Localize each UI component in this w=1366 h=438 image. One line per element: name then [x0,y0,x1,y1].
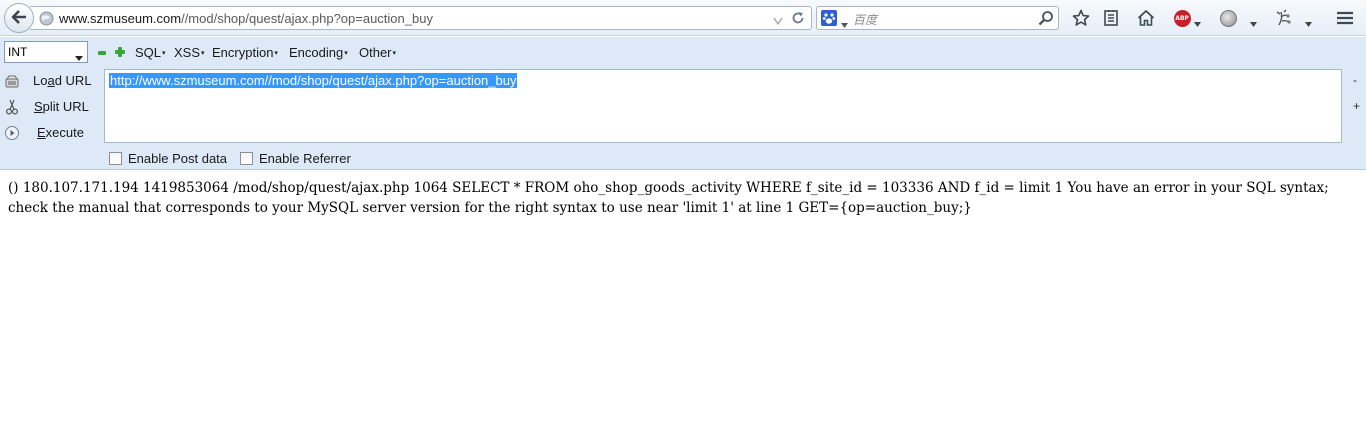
encoding-menu-label: Encoding [289,45,344,60]
flower-addon-icon[interactable] [1274,8,1294,28]
reading-list-icon[interactable] [1101,8,1121,28]
type-select-value: INT [8,45,28,59]
url-path: //mod/shop/quest/ajax.php?op=auction_buy [181,11,433,26]
type-select[interactable]: INT [4,41,88,63]
enable-post-data-checkbox[interactable] [109,152,122,165]
encoding-menu[interactable]: Encoding▾ [289,45,348,60]
decrease-button[interactable] [98,51,106,55]
execute-button[interactable]: Execute [0,122,100,144]
page-body-text: () 180.107.171.194 1419853064 /mod/shop/… [8,180,1329,216]
hamburger-menu-icon[interactable] [1335,8,1355,28]
encryption-menu-label: Encryption [212,45,274,60]
star-icon[interactable] [1071,8,1091,28]
execute-label: Execute [37,125,84,140]
baidu-paw-icon[interactable] [821,10,837,26]
other-menu[interactable]: Other▾ [359,45,396,60]
url-text[interactable]: www.szmuseum.com//mod/shop/quest/ajax.ph… [59,11,433,26]
globe-icon [39,11,54,29]
encryption-menu[interactable]: Encryption▾ [212,45,278,60]
caret-down-icon: ▾ [201,50,205,57]
enable-referrer-toggle[interactable]: Enable Referrer [240,151,370,167]
split-url-label: Split URL [34,99,89,114]
globe-addon-dropdown-icon[interactable] [1250,15,1257,30]
split-url-button[interactable]: Split URL [0,96,100,118]
url-host: www.szmuseum.com [59,11,182,26]
hackbar-panel: INT SQL▾ XSS▾ Encryption▾ Encoding▾ Othe… [0,37,1366,170]
adblock-dropdown-icon[interactable] [1194,15,1201,30]
back-arrow-icon [11,9,27,27]
enable-post-data-label: Enable Post data [128,151,228,166]
search-bar[interactable]: 百度 [816,6,1059,30]
globe-addon-icon[interactable] [1218,8,1238,28]
load-url-icon [4,73,20,89]
caret-down-icon: ▾ [274,50,278,57]
enable-post-data-toggle[interactable]: Enable Post data [109,151,239,167]
expand-textarea-button[interactable]: + [1353,99,1360,113]
load-url-label: Load URL [33,73,92,88]
scissors-icon [4,99,20,115]
url-bar[interactable]: www.szmuseum.com//mod/shop/quest/ajax.ph… [30,6,812,30]
engine-dropdown-icon[interactable] [841,16,848,31]
other-menu-label: Other [359,45,392,60]
back-button[interactable] [4,3,34,33]
flower-addon-dropdown-icon[interactable] [1305,15,1312,30]
caret-down-icon: ▾ [344,50,348,57]
chevron-down-icon [75,50,83,64]
url-textarea-value: http://www.szmuseum.com//mod/shop/quest/… [109,73,518,88]
magnifier-icon[interactable] [1038,10,1054,29]
navigation-toolbar: www.szmuseum.com//mod/shop/quest/ajax.ph… [0,0,1366,36]
abp-badge: ABP [1173,9,1191,27]
home-icon[interactable] [1136,8,1156,28]
dropdown-arrow-icon[interactable] [773,13,783,28]
increase-button[interactable] [115,47,125,57]
sql-menu[interactable]: SQL▾ [135,45,166,60]
reload-icon[interactable] [791,11,805,28]
caret-down-icon: ▾ [162,50,166,57]
xss-menu-label: XSS [174,45,201,60]
load-url-button[interactable]: Load URL [0,70,100,92]
search-input[interactable]: 百度 [853,11,877,28]
caret-down-icon: ▾ [392,50,397,57]
sql-menu-label: SQL [135,45,162,60]
xss-menu[interactable]: XSS▾ [174,45,205,60]
adblock-plus-icon[interactable]: ABP [1172,8,1192,28]
url-textarea[interactable]: http://www.szmuseum.com//mod/shop/quest/… [104,69,1342,143]
enable-referrer-label: Enable Referrer [259,151,351,166]
play-icon [4,125,20,141]
enable-referrer-checkbox[interactable] [240,152,253,165]
shrink-textarea-button[interactable]: - [1353,73,1357,87]
